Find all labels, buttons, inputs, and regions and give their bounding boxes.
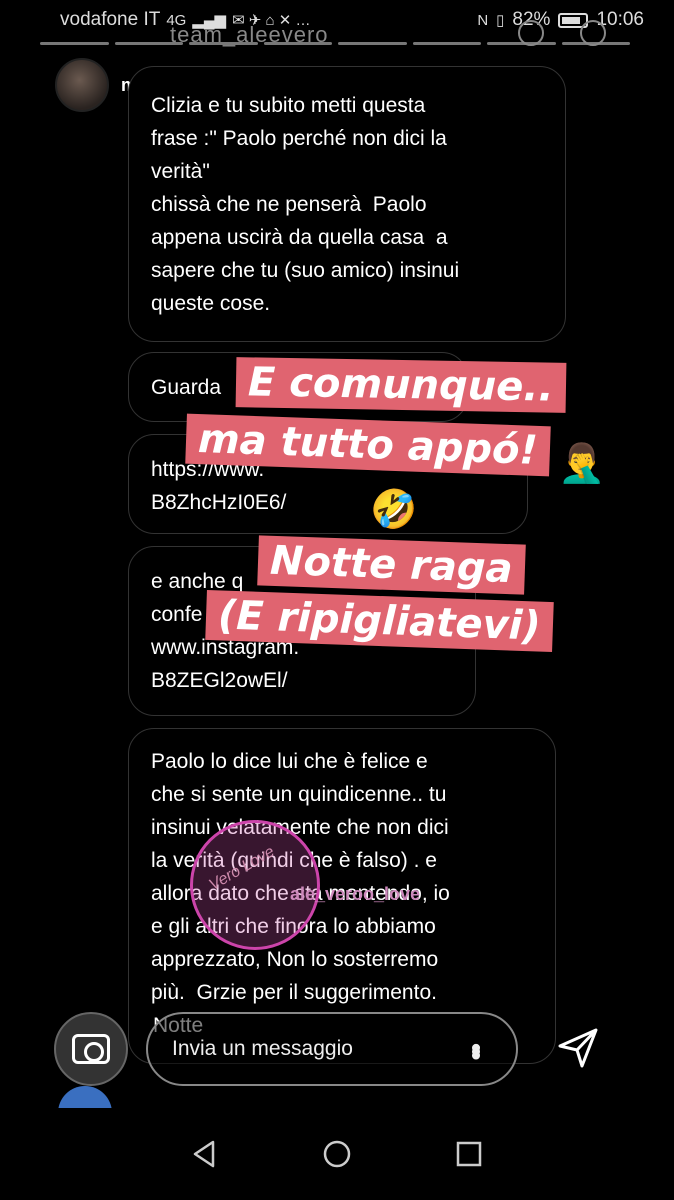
message-input[interactable]: Invia un messaggio •••	[146, 1012, 518, 1086]
camera-button[interactable]	[54, 1012, 128, 1086]
home-icon[interactable]	[321, 1138, 353, 1170]
progress-segment	[412, 42, 481, 45]
laughing-emoji-icon: 🤣	[370, 489, 418, 531]
chat-link-line[interactable]: B8ZhcHzI0E6/	[151, 486, 505, 519]
facepalm-emoji-icon: 🤦‍♂️	[558, 443, 606, 485]
chat-line: apprezzato, Non lo sosterremo	[151, 948, 439, 971]
chat-line: chissà che ne penserà Paolo	[151, 193, 427, 216]
chat-line: verità"	[151, 160, 210, 183]
chat-line: più. Grzie per il suggerimento.	[151, 981, 437, 1004]
progress-segment	[338, 42, 407, 45]
camera-icon	[72, 1034, 110, 1064]
chat-bubble: Clizia e tu subito metti questa frase :"…	[128, 66, 566, 342]
message-placeholder: Invia un messaggio	[172, 1037, 353, 1060]
watermark-handle: ale_veroo_love	[290, 884, 421, 904]
send-icon[interactable]	[556, 1026, 600, 1070]
chat-line: appena uscirà da quella casa a	[151, 226, 448, 249]
more-options-icon[interactable]: •••	[460, 1043, 492, 1054]
chat-line: Clizia e tu subito metti questa	[151, 94, 426, 117]
recents-icon[interactable]	[453, 1138, 485, 1170]
story-owner-name[interactable]: team_aleevero	[170, 22, 329, 48]
system-nav-bar	[0, 1108, 674, 1200]
nfc-icon: N	[477, 11, 489, 29]
chat-link-line[interactable]: B8ZEGl2owEl/	[151, 664, 453, 697]
close-icon[interactable]	[580, 20, 606, 46]
chat-line: che si sente un quindicenne.. tu	[151, 783, 447, 806]
chat-line: frase :" Paolo perché non dici la	[151, 127, 447, 150]
chat-line: queste cose.	[151, 292, 271, 315]
story-text-sticker: Notte raga	[257, 535, 526, 595]
avatar[interactable]	[55, 58, 109, 112]
chat-line: sapere che tu (suo amico) insinui	[151, 259, 460, 282]
progress-segment	[40, 42, 109, 45]
vibrate-icon: ▯	[496, 12, 505, 29]
chat-line: Paolo lo dice lui che è felice e	[151, 750, 428, 773]
carrier-label: vodafone IT	[60, 9, 161, 30]
story-text-sticker: E comunque..	[235, 357, 567, 413]
story-header-icons	[518, 20, 606, 46]
menu-icon[interactable]	[518, 20, 544, 46]
back-icon[interactable]	[189, 1138, 221, 1170]
